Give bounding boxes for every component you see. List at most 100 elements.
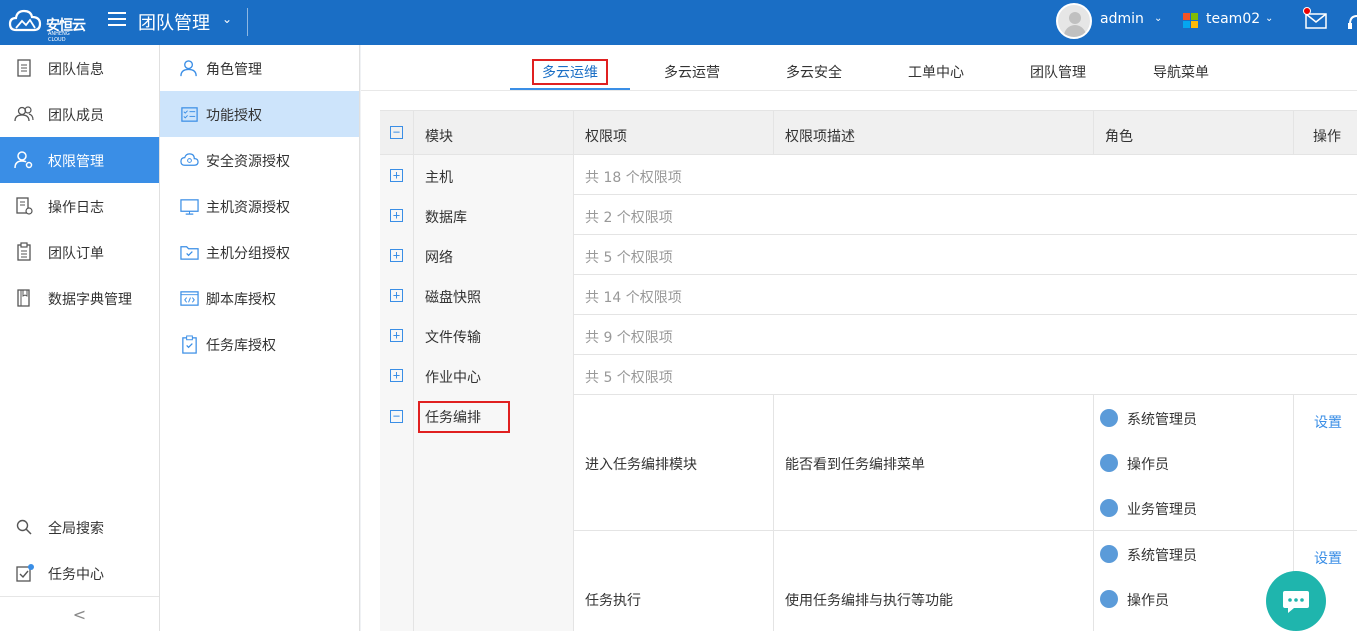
chevron-down-icon[interactable]: ⌄ [222,12,232,26]
menu-icon[interactable] [108,12,126,28]
nav-item-team-members[interactable]: 团队成员 [0,91,159,137]
tab-multicloud-security[interactable]: 多云安全 [786,62,842,82]
subnav-item-task-library[interactable]: 任务库授权 [160,321,359,367]
collapse-nav-button[interactable]: < [0,596,159,631]
user-avatar-icon [1100,590,1118,608]
permission-description: 能否看到任务编排菜单 [785,457,925,473]
permission-count: 共 5 个权限项 [585,250,673,266]
settings-link[interactable]: 设置 [1314,548,1342,568]
user-avatar-icon [1100,545,1118,563]
subnav-item-script-library[interactable]: 脚本库授权 [160,275,359,321]
permission-count: 共 2 个权限项 [585,210,673,226]
nav-item-label: 团队成员 [48,108,104,124]
user-name[interactable]: admin [1100,11,1144,27]
module-name: 磁盘快照 [425,290,481,306]
tab-multicloud-operation[interactable]: 多云运营 [664,62,720,82]
notification-dot [1303,7,1311,15]
module-name: 网络 [425,250,453,266]
top-bar: 安恒云 ANHENG CLOUD 团队管理 ⌄ admin ⌄ team02 ⌄ [0,0,1357,45]
cloud-icon [180,153,199,166]
nav-item-label: 数据字典管理 [48,292,132,308]
folder-check-icon [180,246,199,260]
nav-item-permissions[interactable]: 权限管理 [0,137,159,183]
active-tab-indicator [510,88,630,90]
subnav-item-function-authorization[interactable]: 功能授权 [160,91,359,137]
table-row: + 磁盘快照 共 14 个权限项 [380,275,1357,315]
nav-item-team-orders[interactable]: 团队订单 [0,229,159,275]
expand-row-button[interactable]: + [390,289,403,302]
subnav-item-role-management[interactable]: 角色管理 [160,45,359,91]
permission-count: 共 14 个权限项 [585,290,682,306]
task-icon [16,564,34,582]
subnav-item-label: 主机资源授权 [206,200,290,216]
module-name: 文件传输 [425,330,481,346]
subnav-item-label: 安全资源授权 [206,154,290,170]
subnav-item-host-group[interactable]: 主机分组授权 [160,229,359,275]
headset-icon[interactable] [1348,12,1357,30]
table-row: + 文件传输 共 9 个权限项 [380,315,1357,355]
subnav-item-label: 功能授权 [206,108,262,124]
log-icon [16,197,33,215]
tab-team-management[interactable]: 团队管理 [1030,62,1086,82]
clipboard-icon [182,335,197,354]
permission-description: 使用任务编排与执行等功能 [785,593,953,609]
nav-item-operation-log[interactable]: 操作日志 [0,183,159,229]
sub-nav: 角色管理 功能授权 安全资源授权 主机资源授权 主机分组授权 脚本库授权 任务库… [160,45,360,631]
users-icon [14,106,34,122]
app-title[interactable]: 团队管理 [138,9,210,35]
header-operation: 操作 [1313,129,1341,145]
tab-ticket-center[interactable]: 工单中心 [908,62,964,82]
checklist-icon [181,107,198,122]
nav-item-label: 团队信息 [48,62,104,78]
collapse-row-button[interactable]: − [390,410,403,423]
header-permission: 权限项 [585,129,627,145]
team-name[interactable]: team02 [1206,11,1260,27]
chevron-down-icon[interactable]: ⌄ [1154,13,1162,24]
left-nav: 团队信息 团队成员 权限管理 操作日志 团队订单 数据字典管理 全局搜索 任务中… [0,45,160,631]
chat-button[interactable] [1266,571,1326,631]
header-role: 角色 [1105,129,1133,145]
monitor-icon [180,199,199,215]
user-icon [180,60,197,77]
book-icon [17,289,30,307]
expand-row-button[interactable]: + [390,249,403,262]
chat-icon [1283,591,1309,613]
nav-item-label: 操作日志 [48,200,104,216]
expand-row-button[interactable]: + [390,169,403,182]
nav-item-data-dictionary[interactable]: 数据字典管理 [0,275,159,321]
settings-link[interactable]: 设置 [1314,412,1342,432]
table-row: + 数据库 共 2 个权限项 [380,195,1357,235]
subnav-item-host-resource[interactable]: 主机资源授权 [160,183,359,229]
expand-row-button[interactable]: + [390,329,403,342]
logo-subtext: ANHENG CLOUD [48,31,70,43]
permission-count: 共 9 个权限项 [585,330,673,346]
nav-item-label: 权限管理 [48,154,104,170]
module-name: 作业中心 [425,370,481,386]
code-icon [180,291,199,306]
nav-item-team-info[interactable]: 团队信息 [0,45,159,91]
table-row: + 主机 共 18 个权限项 [380,155,1357,195]
subnav-item-label: 脚本库授权 [206,292,276,308]
expand-row-button[interactable]: + [390,369,403,382]
tab-bar: 多云运维 多云运营 多云安全 工单中心 团队管理 导航菜单 [361,45,1357,91]
chevron-down-icon[interactable]: ⌄ [1265,13,1273,24]
document-icon [17,59,31,77]
user-avatar-icon [1100,409,1118,427]
nav-item-global-search[interactable]: 全局搜索 [0,504,159,550]
permission-count: 共 18 个权限项 [585,170,682,186]
subnav-item-label: 任务库授权 [206,338,276,354]
expand-row-button[interactable]: + [390,209,403,222]
cloud-logo-icon [8,9,42,32]
tab-multicloud-ops[interactable]: 多云运维 [532,59,608,85]
subnav-item-security-resource[interactable]: 安全资源授权 [160,137,359,183]
permission-count: 共 5 个权限项 [585,370,673,386]
nav-item-task-center[interactable]: 任务中心 [0,550,159,596]
permission-name: 任务执行 [585,593,641,609]
tab-nav-menu[interactable]: 导航菜单 [1153,62,1209,82]
subnav-item-label: 角色管理 [206,62,262,78]
expanded-module: − 任务编排 进入任务编排模块 能否看到任务编排菜单 系统管理员 操作员 业务管… [380,395,1357,631]
clipboard-icon [17,242,31,261]
avatar[interactable] [1056,3,1092,39]
logo[interactable]: 安恒云 ANHENG CLOUD [8,6,86,43]
collapse-all-button[interactable]: − [390,126,403,139]
